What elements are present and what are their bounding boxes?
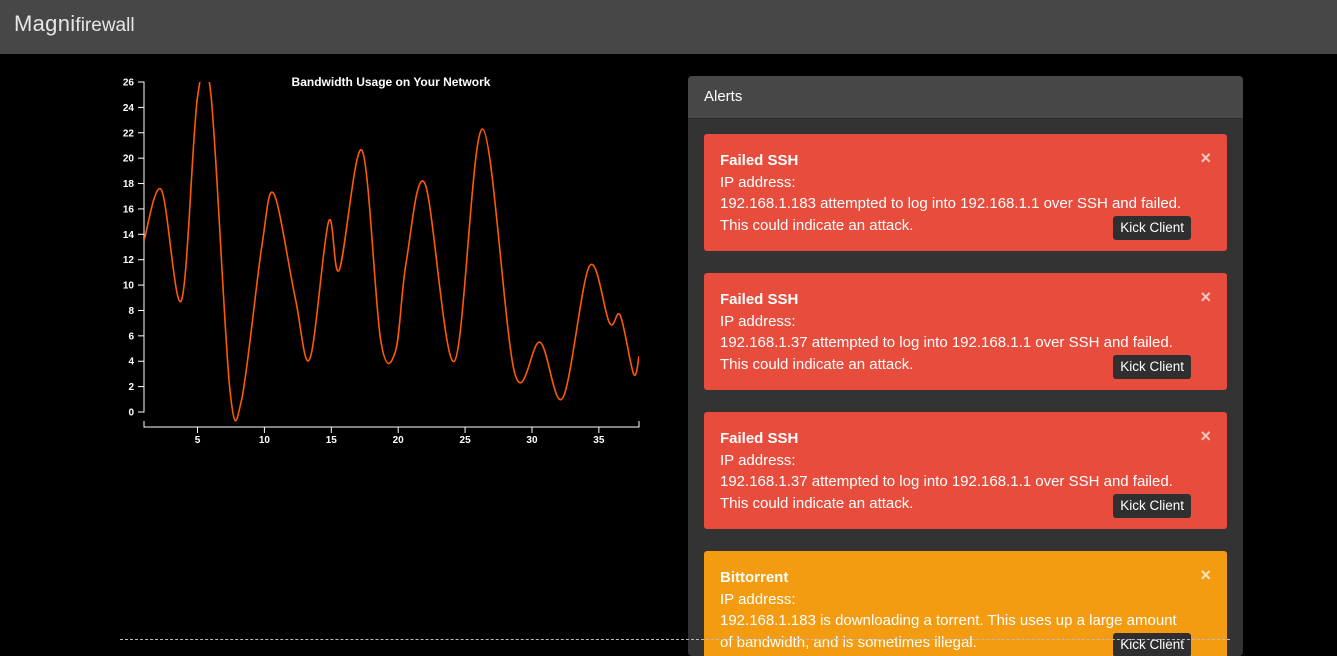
y-tick-label: 2 <box>128 382 134 393</box>
y-tick-label: 18 <box>123 179 135 190</box>
chart-title: Bandwidth Usage on Your Network <box>292 75 491 89</box>
brand-name-part1: Magni <box>14 11 76 36</box>
alert-message: 192.168.1.183 attempted to log into 192.… <box>720 195 1182 212</box>
dashed-divider <box>120 639 1230 640</box>
y-tick-label: 26 <box>123 78 135 89</box>
alert-title: Bittorrent <box>720 569 789 586</box>
kick-client-button[interactable]: Kick Client <box>1113 355 1191 379</box>
kick-client-button[interactable]: Kick Client <box>1113 216 1191 240</box>
alerts-panel: Alerts Failed SSH IP address: 192.168.1.… <box>688 76 1243 656</box>
y-tick-label: 8 <box>128 306 134 317</box>
bandwidth-chart: Bandwidth Usage on Your Network 0 2 4 6 8 10 1… <box>100 68 660 448</box>
alert-failed-ssh-1: Failed SSH IP address: 192.168.1.183 att… <box>704 134 1227 251</box>
alert-failed-ssh-2: Failed SSH IP address: 192.168.1.37 atte… <box>704 273 1227 390</box>
y-tick-label: 16 <box>123 204 135 215</box>
alert-bittorrent: Bittorrent IP address: 192.168.1.183 is … <box>704 551 1227 656</box>
alert-message: 192.168.1.37 attempted to log into 192.1… <box>720 334 1173 351</box>
brand-logo[interactable]: Magnifirewall <box>14 11 135 40</box>
y-tick-label: 10 <box>123 281 135 292</box>
top-navbar: Magnifirewall <box>0 0 1337 54</box>
alert-ip-label: IP address: <box>720 451 796 469</box>
y-tick-label: 20 <box>123 154 135 165</box>
x-axis-line <box>143 421 640 428</box>
y-axis: 02468101214161820222426 <box>123 78 145 419</box>
alert-title: Failed SSH <box>720 430 799 447</box>
alert-title: Failed SSH <box>720 152 799 169</box>
close-icon[interactable]: × <box>1200 566 1211 584</box>
y-tick-label: 6 <box>128 331 134 342</box>
x-tick-label: 5 <box>195 435 201 446</box>
y-tick-label: 22 <box>123 128 135 139</box>
close-icon[interactable]: × <box>1200 149 1211 167</box>
close-icon[interactable]: × <box>1200 288 1211 306</box>
alert-message: 192.168.1.183 is downloading a torrent. … <box>720 612 1177 629</box>
x-tick-label: 15 <box>326 435 338 446</box>
alert-message: 192.168.1.37 attempted to log into 192.1… <box>720 473 1173 490</box>
kick-client-button[interactable]: Kick Client <box>1113 494 1191 518</box>
kick-client-button[interactable]: Kick Client <box>1113 633 1191 656</box>
bandwidth-series-line <box>144 82 639 422</box>
alert-title: Failed SSH <box>720 291 799 308</box>
x-axis: 5 10 15 20 25 30 35 <box>143 421 640 446</box>
bandwidth-chart-svg: Bandwidth Usage on Your Network 02468101… <box>123 75 640 446</box>
x-tick-label: 35 <box>593 435 605 446</box>
x-tick-label: 10 <box>259 435 271 446</box>
y-axis-line <box>138 81 145 413</box>
alert-failed-ssh-3: Failed SSH IP address: 192.168.1.37 atte… <box>704 412 1227 529</box>
y-tick-label: 14 <box>123 230 135 241</box>
x-tick-label: 25 <box>460 435 472 446</box>
y-tick-label: 4 <box>128 357 134 368</box>
y-tick-label: 24 <box>123 103 135 114</box>
alert-ip-label: IP address: <box>720 173 796 191</box>
alert-ip-label: IP address: <box>720 312 796 330</box>
close-icon[interactable]: × <box>1200 427 1211 445</box>
x-tick-label: 30 <box>526 435 538 446</box>
y-tick-label: 0 <box>128 408 134 419</box>
x-tick-label: 20 <box>393 435 405 446</box>
alert-ip-label: IP address: <box>720 590 796 608</box>
alerts-panel-header: Alerts <box>688 76 1243 119</box>
y-tick-label: 12 <box>123 255 135 266</box>
brand-name-part2: firewall <box>75 15 135 36</box>
